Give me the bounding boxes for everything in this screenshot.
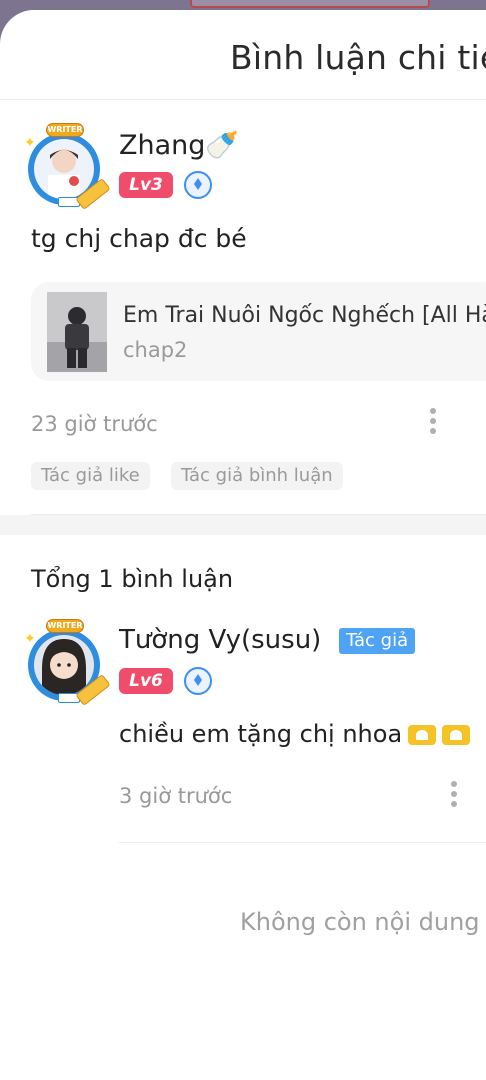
more-options-icon[interactable] xyxy=(448,781,460,811)
star-icon: ✦ xyxy=(24,631,36,647)
book-card[interactable]: Em Trai Nuôi Ngốc Nghếch [All Hà chap2 xyxy=(31,282,486,381)
level-badge: Lv3 xyxy=(119,172,173,198)
reply-text-row: chiều em tặng chị nhoa xyxy=(119,720,471,748)
commenter-name[interactable]: Zhang🍼 xyxy=(119,129,239,161)
avatar-badge: WRITER xyxy=(46,619,84,633)
heart-hands-emoji xyxy=(408,725,437,745)
commenter-avatar[interactable]: WRITER ✦ xyxy=(24,123,111,210)
author-tag: Tác giả xyxy=(339,628,416,654)
reply-text: chiều em tặng chị nhoa xyxy=(119,720,403,748)
reply-author-name[interactable]: Tường Vy(susu) xyxy=(119,625,321,655)
background-element xyxy=(190,0,430,8)
tag-author-comment: Tác giả bình luận xyxy=(171,462,343,490)
book-cover xyxy=(47,292,107,372)
reply-time: 3 giờ trước xyxy=(119,784,233,808)
book-chapter: chap2 xyxy=(123,338,188,362)
book-title: Em Trai Nuôi Ngốc Nghếch [All Hà xyxy=(123,303,486,328)
more-options-icon[interactable] xyxy=(427,408,439,438)
vip-diamond-icon xyxy=(184,171,212,199)
tag-author-like: Tác giả like xyxy=(31,462,150,490)
section-separator xyxy=(0,515,486,535)
level-badge: Lv6 xyxy=(119,668,173,694)
total-comments: Tổng 1 bình luận xyxy=(31,565,234,593)
header-divider xyxy=(0,99,486,100)
end-of-content-label: Không còn nội dung xyxy=(240,908,480,936)
avatar-badge: WRITER xyxy=(46,123,84,137)
divider xyxy=(119,842,486,843)
star-icon: ✦ xyxy=(24,135,36,151)
heart-hands-emoji xyxy=(442,725,471,745)
sheet-title: Bình luận chi tiết xyxy=(230,38,486,77)
vip-diamond-icon xyxy=(184,667,212,695)
comment-time: 23 giờ trước xyxy=(31,412,158,436)
comment-text: tg chj chap đc bé xyxy=(31,224,247,253)
reply-avatar[interactable]: WRITER ✦ xyxy=(24,619,111,706)
comment-detail-sheet: Bình luận chi tiết WRITER ✦ Zhang🍼 Lv3 t… xyxy=(0,10,486,1080)
